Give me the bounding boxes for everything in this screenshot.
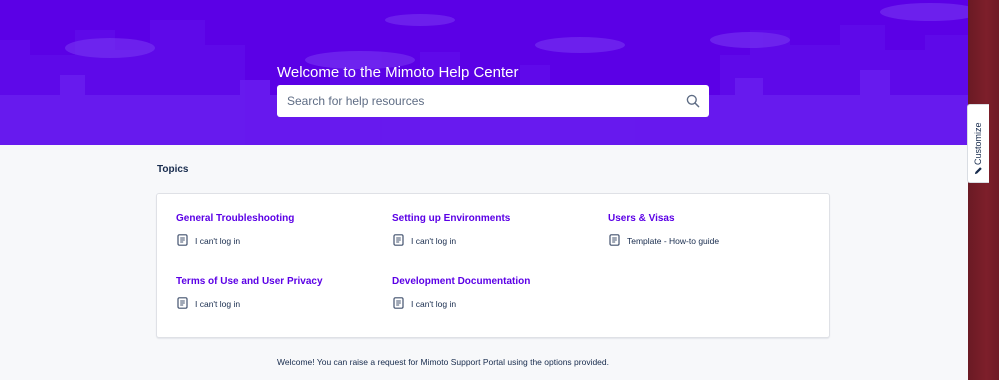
search-input[interactable] xyxy=(287,85,677,117)
article-label: I can't log in xyxy=(195,236,241,246)
document-icon xyxy=(393,297,404,309)
document-icon xyxy=(177,234,188,246)
pencil-icon xyxy=(974,167,982,175)
browser-edge-strip xyxy=(968,0,999,380)
article-label: I can't log in xyxy=(411,236,457,246)
welcome-message: Welcome! You can raise a request for Mim… xyxy=(277,357,610,367)
customize-label: Customize xyxy=(973,122,983,165)
hero-banner: Welcome to the Mimoto Help Center xyxy=(0,0,968,145)
topic-title-terms-of-use[interactable]: Terms of Use and User Privacy xyxy=(176,276,323,287)
article-label: I can't log in xyxy=(195,299,241,309)
article-label: I can't log in xyxy=(411,299,457,309)
topic-title-users-visas[interactable]: Users & Visas xyxy=(608,213,675,224)
topic-title-development-documentation[interactable]: Development Documentation xyxy=(392,276,530,287)
document-icon xyxy=(393,234,404,246)
customize-tab[interactable]: Customize xyxy=(967,104,989,183)
topics-card: General Troubleshooting I can't log in S… xyxy=(156,193,830,338)
page-title: Welcome to the Mimoto Help Center xyxy=(277,64,519,81)
document-icon xyxy=(609,234,620,246)
article-label: Template - How-to guide xyxy=(627,236,720,246)
document-icon xyxy=(177,297,188,309)
topic-title-general-troubleshooting[interactable]: General Troubleshooting xyxy=(176,213,294,224)
topic-title-setting-up-environments[interactable]: Setting up Environments xyxy=(392,213,510,224)
search-icon[interactable] xyxy=(686,94,700,108)
search-box[interactable] xyxy=(277,85,709,117)
topics-heading: Topics xyxy=(157,164,189,175)
